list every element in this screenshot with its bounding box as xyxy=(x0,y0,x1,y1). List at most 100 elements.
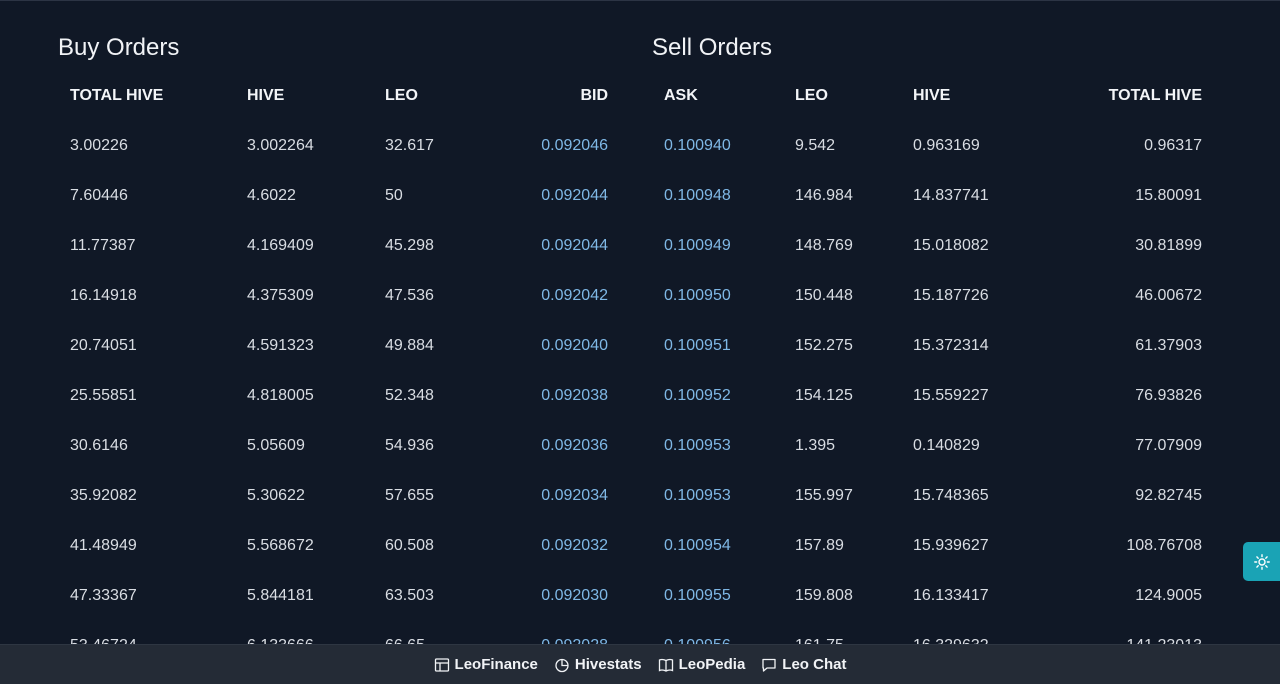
header-ask: ASK xyxy=(664,87,698,104)
footer-links: LeoFinance Hivestats LeoPedia Leo Chat xyxy=(0,645,1280,684)
sell-total-hive-cell: 76.93826 xyxy=(1135,387,1202,404)
buy-hive-cell: 4.818005 xyxy=(247,387,314,404)
ask-price-cell[interactable]: 0.100950 xyxy=(664,287,774,305)
buy-total-hive-cell: 30.6146 xyxy=(70,437,128,454)
buy-total-hive-cell: 3.00226 xyxy=(70,137,128,154)
ask-price-cell[interactable]: 0.100953 xyxy=(664,487,774,505)
ask-price-cell[interactable]: 0.100948 xyxy=(664,187,774,205)
buy-hive-cell: 5.30622 xyxy=(247,487,305,504)
bid-price-cell[interactable]: 0.092038 xyxy=(458,387,608,405)
order-row: 30.6146 5.05609 54.936 0.092036 0.100953 1.39… xyxy=(0,421,1280,471)
sell-leo-cell: 155.997 xyxy=(795,487,853,504)
header-buy-leo: LEO xyxy=(385,87,418,104)
order-row: 35.92082 5.30622 57.655 0.092034 0.100953 155… xyxy=(0,471,1280,521)
bid-price-cell[interactable]: 0.092036 xyxy=(458,437,608,455)
footer-link-leofinance[interactable]: LeoFinance xyxy=(434,656,538,673)
sell-leo-cell: 146.984 xyxy=(795,187,853,204)
sell-leo-cell: 161.75 xyxy=(795,637,905,644)
footer-link-label: LeoFinance xyxy=(454,656,538,673)
ask-price-cell[interactable]: 0.100949 xyxy=(664,237,774,255)
buy-total-hive-cell: 11.77387 xyxy=(70,237,136,254)
header-bid: BID xyxy=(580,87,608,104)
order-row: 53.467246.13366666.650.0920280.100956161… xyxy=(0,621,1280,644)
order-row: 41.48949 5.568672 60.508 0.092032 0.100954 15… xyxy=(0,521,1280,571)
top-divider xyxy=(0,0,1280,1)
order-row: 11.77387 4.169409 45.298 0.092044 0.100949 14… xyxy=(0,221,1280,271)
buy-total-hive-cell: 7.60446 xyxy=(70,187,128,204)
buy-total-hive-cell: 41.48949 xyxy=(70,537,137,554)
bid-price-cell[interactable]: 0.092040 xyxy=(458,337,608,355)
sell-leo-cell: 9.542 xyxy=(795,137,836,154)
buy-total-hive-cell: 25.55851 xyxy=(70,387,137,404)
header-buy-hive: HIVE xyxy=(247,87,285,104)
header-sell-hive: HIVE xyxy=(913,87,951,104)
sell-total-hive-cell: 108.76708 xyxy=(1126,537,1202,554)
footer-link-label: LeoPedia xyxy=(678,656,746,673)
order-row: 20.74051 4.591323 49.884 0.092040 0.100951 15… xyxy=(0,321,1280,371)
sell-total-hive-cell: 141.23013 xyxy=(1040,637,1202,644)
sun-icon xyxy=(1253,553,1270,570)
book-icon xyxy=(658,658,673,672)
sell-total-hive-cell: 30.81899 xyxy=(1135,237,1202,254)
bid-price-cell[interactable]: 0.092044 xyxy=(458,187,608,205)
ask-price-cell[interactable]: 0.100951 xyxy=(664,337,774,355)
buy-hive-cell: 3.002264 xyxy=(247,137,314,154)
footer-link-leo-chat[interactable]: Leo Chat xyxy=(761,656,846,673)
theme-toggle-button[interactable] xyxy=(1243,542,1280,581)
order-row: 7.60446 4.6022 50 0.092044 0.100948 146.984 14… xyxy=(0,171,1280,221)
header-sell-total-hive: TOTAL HIVE xyxy=(1108,87,1202,104)
ask-price-cell[interactable]: 0.100956 xyxy=(664,637,774,644)
bid-price-cell[interactable]: 0.092032 xyxy=(458,537,608,555)
ask-price-cell[interactable]: 0.100955 xyxy=(664,587,774,605)
buy-hive-cell: 4.169409 xyxy=(247,237,314,254)
sell-leo-cell: 148.769 xyxy=(795,237,853,254)
bid-price-cell[interactable]: 0.092028 xyxy=(458,637,608,644)
header-buy-total-hive: TOTAL HIVE xyxy=(70,87,164,104)
order-row: 25.55851 4.818005 52.348 0.092038 0.100952 15… xyxy=(0,371,1280,421)
header-sell-leo: LEO xyxy=(795,87,828,104)
ask-price-cell[interactable]: 0.100953 xyxy=(664,437,774,455)
order-row: 16.14918 4.375309 47.536 0.092042 0.100950 15… xyxy=(0,271,1280,321)
buy-total-hive-cell: 47.33367 xyxy=(70,587,137,604)
ask-price-cell[interactable]: 0.100940 xyxy=(664,137,774,155)
sell-total-hive-cell: 46.00672 xyxy=(1135,287,1202,304)
orderbook-page: Buy Orders Sell Orders TOTAL HIVE HIVE L… xyxy=(0,0,1280,684)
sell-leo-cell: 159.808 xyxy=(795,587,853,604)
bid-price-cell[interactable]: 0.092046 xyxy=(458,137,608,155)
buy-total-hive-cell: 53.46724 xyxy=(70,637,220,644)
ask-price-cell[interactable]: 0.100952 xyxy=(664,387,774,405)
sell-leo-cell: 152.275 xyxy=(795,337,853,354)
footer-link-label: Leo Chat xyxy=(782,656,847,673)
sell-leo-cell: 1.395 xyxy=(795,437,836,454)
chat-icon xyxy=(762,658,776,672)
buy-hive-cell: 4.591323 xyxy=(247,337,314,354)
sell-total-hive-cell: 15.80091 xyxy=(1135,187,1202,204)
buy-orders-title: Buy Orders xyxy=(58,34,180,61)
sell-total-hive-cell: 61.37903 xyxy=(1135,337,1202,354)
pie-chart-icon xyxy=(555,658,569,672)
footer-bar: LeoFinance Hivestats LeoPedia Leo Chat xyxy=(0,644,1280,684)
sell-total-hive-cell: 0.96317 xyxy=(1144,137,1202,154)
bid-price-cell[interactable]: 0.092030 xyxy=(458,587,608,605)
order-row: 3.00226 3.002264 32.617 0.092046 0.100940 9.5… xyxy=(0,121,1280,171)
bid-price-cell[interactable]: 0.092034 xyxy=(458,487,608,505)
table-icon xyxy=(434,657,449,672)
sell-leo-cell: 157.89 xyxy=(795,537,844,554)
buy-hive-cell: 4.375309 xyxy=(247,287,314,304)
buy-hive-cell: 5.05609 xyxy=(247,437,305,454)
ask-price-cell[interactable]: 0.100954 xyxy=(664,537,774,555)
bid-price-cell[interactable]: 0.092044 xyxy=(458,237,608,255)
bid-price-cell[interactable]: 0.092042 xyxy=(458,287,608,305)
order-row: 47.33367 5.844181 63.503 0.092030 0.100955 15… xyxy=(0,571,1280,621)
sell-orders-title: Sell Orders xyxy=(652,34,773,61)
buy-hive-cell: 4.6022 xyxy=(247,187,296,204)
buy-total-hive-cell: 20.74051 xyxy=(70,337,137,354)
buy-total-hive-cell: 16.14918 xyxy=(70,287,137,304)
sell-total-hive-cell: 92.82745 xyxy=(1135,487,1202,504)
buy-total-hive-cell: 35.92082 xyxy=(70,487,137,504)
buy-hive-cell: 5.568672 xyxy=(247,537,314,554)
orders-table-body: 3.00226 3.002264 32.617 0.092046 0.100940 9.5… xyxy=(0,121,1280,644)
footer-link-leopedia[interactable]: LeoPedia xyxy=(658,656,746,673)
buy-hive-cell: 5.844181 xyxy=(247,587,314,604)
footer-link-hivestats[interactable]: Hivestats xyxy=(554,656,642,673)
